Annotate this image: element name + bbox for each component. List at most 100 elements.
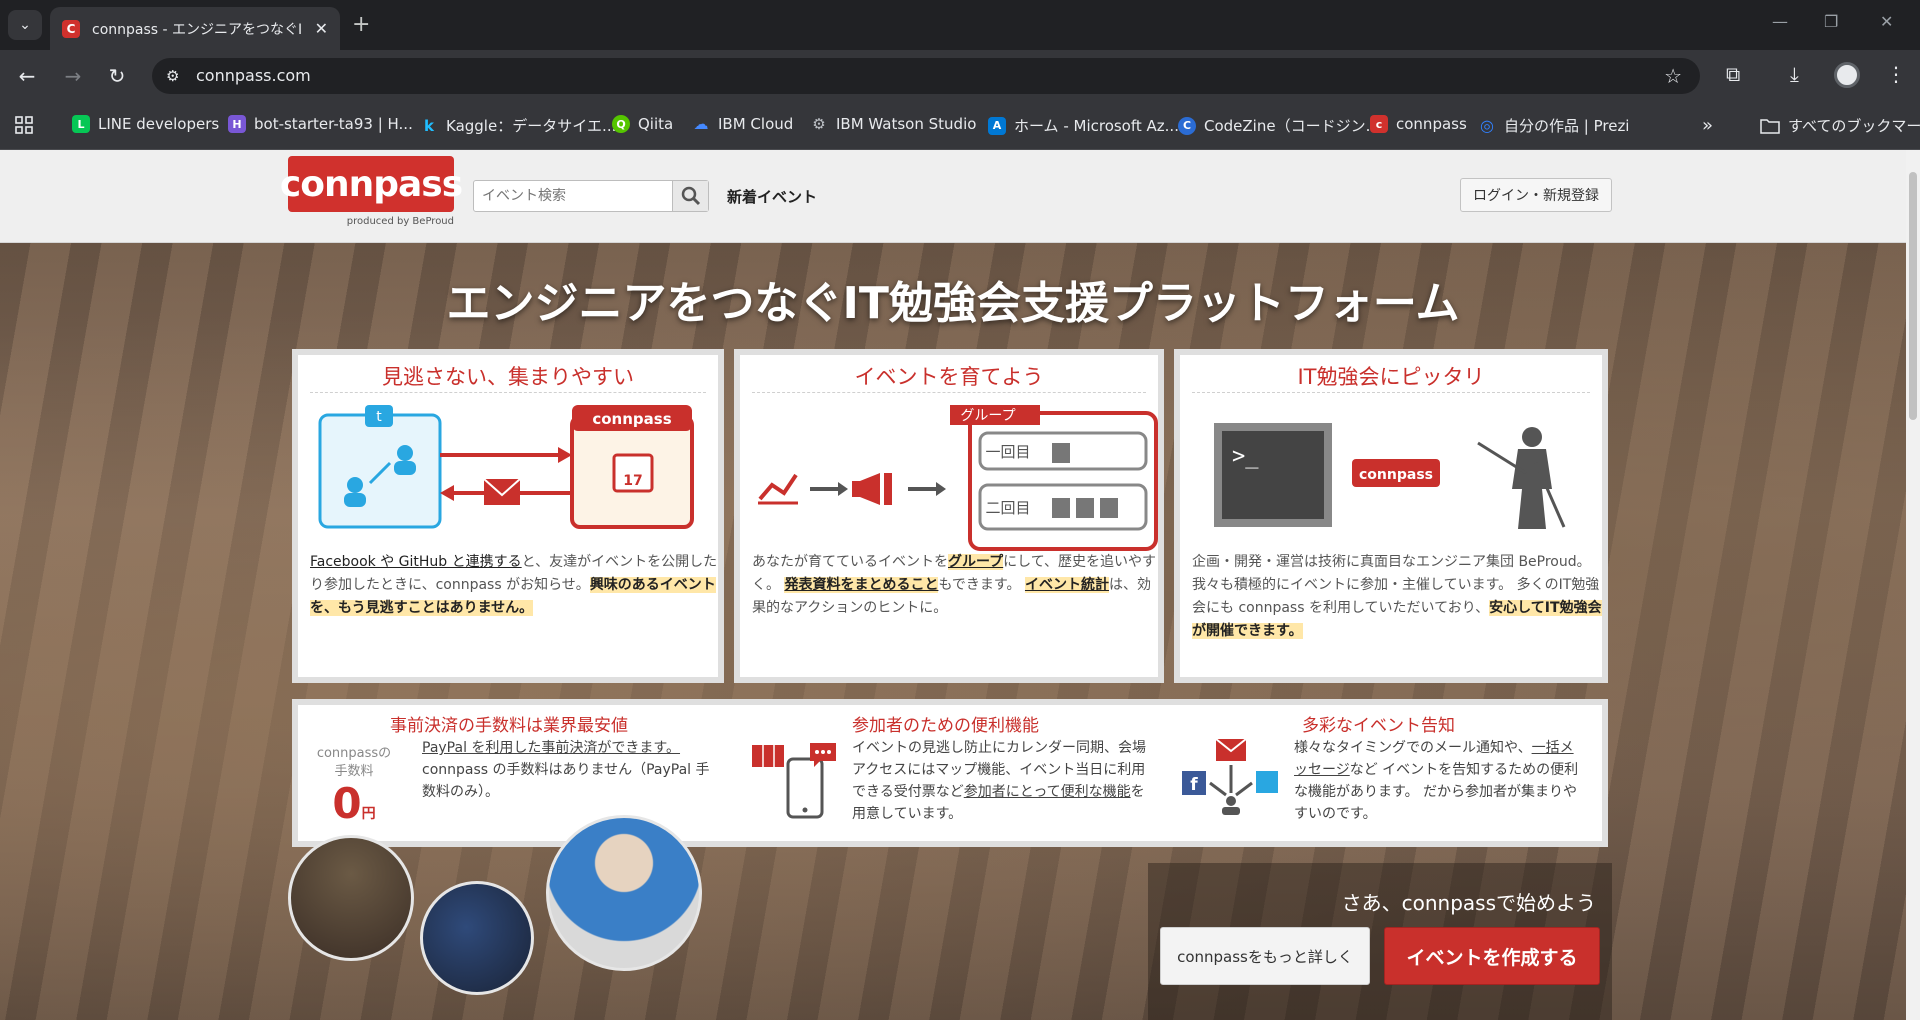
search-icon xyxy=(681,186,700,206)
bookmark-line-developers[interactable]: L LINE developers xyxy=(72,115,219,133)
card-description: あなたが育てているイベントをグループにして、歴史を追いやすく。 発表資料をまとめ… xyxy=(752,551,1162,620)
svg-text:グループ: グループ xyxy=(960,408,1015,424)
site-info-icon[interactable]: ⚙ xyxy=(166,67,179,85)
bookmark-ibm-cloud[interactable]: ☁ IBM Cloud xyxy=(692,115,794,133)
group-illustration-icon: グループ 一回目 二回目 xyxy=(758,405,1158,551)
bookmark-qiita[interactable]: Q Qiita xyxy=(612,115,673,133)
browser-menu-icon[interactable]: ⋮ xyxy=(1886,62,1906,86)
bookmark-label: Kaggle：データサイエ... xyxy=(446,117,617,135)
event-search xyxy=(473,180,709,212)
tab-search-chevron-icon[interactable]: ⌄ xyxy=(8,10,42,40)
login-signup-button[interactable]: ログイン・新規登録 xyxy=(1460,178,1612,212)
profile-avatar-icon[interactable] xyxy=(1834,62,1860,88)
new-tab-plus-icon[interactable]: + xyxy=(352,12,370,37)
url-text[interactable]: connpass.com xyxy=(196,66,311,85)
more-bookmarks-chevron-icon[interactable]: » xyxy=(1702,115,1713,136)
feature-text-part: 様々なタイミングでのメール通知や、 xyxy=(1294,740,1532,756)
card-title: IT勉強会にピッタリ xyxy=(1192,355,1590,393)
bookmark-label: CodeZine（コードジン... xyxy=(1204,117,1380,135)
folder-icon xyxy=(1760,118,1780,134)
line-icon: L xyxy=(72,115,90,133)
svg-text:一回目: 一回目 xyxy=(985,443,1030,461)
fee-number: 0 xyxy=(332,779,362,828)
card-description: Facebook や GitHub と連携すると、友達がイベントを公開したり参加… xyxy=(310,551,720,620)
bookmark-label: 自分の作品 | Prezi xyxy=(1504,117,1630,135)
extensions-puzzle-icon[interactable]: ⧉ xyxy=(1726,62,1740,86)
tab-title: connpass - エンジニアをつなぐIT勉強会支援プラットフォーム xyxy=(92,21,302,38)
address-bar[interactable]: ⚙ connpass.com ☆ xyxy=(152,58,1700,94)
window-restore-icon[interactable]: ❐ xyxy=(1824,12,1838,31)
group-link[interactable]: グループ xyxy=(948,554,1004,570)
back-arrow-icon[interactable]: ← xyxy=(14,63,40,89)
bookmark-codezine[interactable]: C CodeZine（コードジン... xyxy=(1178,115,1380,136)
azure-icon: A xyxy=(988,116,1006,135)
card-title: イベントを育てよう xyxy=(752,355,1146,393)
bookmark-star-icon[interactable]: ☆ xyxy=(1664,64,1682,88)
web-page: connpass produced by BeProud 新着イベント ログイン… xyxy=(0,150,1906,1020)
watson-icon: ⚙ xyxy=(812,115,826,133)
logo-wordmark: connpass xyxy=(280,156,463,212)
bookmark-label: LINE developers xyxy=(98,115,220,133)
feature-text: 様々なタイミングでのメール通知や、一括メッセージなど イベントを告知するための便… xyxy=(1294,737,1584,825)
event-search-input[interactable] xyxy=(474,181,672,211)
nav-new-events-link[interactable]: 新着イベント xyxy=(727,186,817,207)
hero-title: エンジニアをつなぐIT勉強会支援プラットフォーム xyxy=(446,278,1460,329)
fee-label: connpassの 手数料 0円 xyxy=(314,745,394,837)
svg-text:二回目: 二回目 xyxy=(985,499,1030,517)
call-to-action: さあ、connpassで始めよう connpassをもっと詳しく イベントを作成… xyxy=(1148,863,1612,1020)
bookmark-label: ホーム - Microsoft Az... xyxy=(1014,117,1179,135)
kaggle-icon: k xyxy=(424,116,434,135)
bookmark-microsoft-azure[interactable]: A ホーム - Microsoft Az... xyxy=(988,115,1179,136)
bookmark-label: IBM Watson Studio xyxy=(836,115,977,133)
stats-link[interactable]: イベント統計 xyxy=(1024,577,1109,593)
connpass-logo[interactable]: connpass produced by BeProud xyxy=(280,156,463,232)
browser-tab-active[interactable]: C connpass - エンジニアをつなぐIT勉強会支援プラットフォーム ✕ xyxy=(50,7,340,50)
all-bookmarks-folder[interactable]: すべてのブックマーク xyxy=(1760,115,1920,136)
feature-text-part: connpass の手数料はありません（PayPal 手数料のみ）。 xyxy=(422,762,710,800)
speaker-laptop-photo xyxy=(420,881,534,995)
feature-announcements: 多彩なイベント告知 f 様々なタイミングでのメール通知や、一括メッセージなど イ… xyxy=(1170,711,1606,837)
apps-grid-icon[interactable] xyxy=(14,115,34,135)
fee-value: 0円 xyxy=(314,781,394,837)
feature-card-trust: IT勉強会にピッタリ >_ connpass 企画・開発・運営は技術に真面目なエ… xyxy=(1174,349,1608,683)
slides-link[interactable]: 発表資料をまとめること xyxy=(784,577,939,593)
window-minimize-icon[interactable]: — xyxy=(1772,12,1788,31)
feature-participant-tools: 参加者のための便利機能 イベントの見逃し防止にカレンダー同期、会場アクセスにはマ… xyxy=(734,711,1170,837)
prezi-icon: ◎ xyxy=(1480,116,1494,135)
card-text-part: もできます。 xyxy=(938,577,1021,593)
browser-tab-strip: ⌄ C connpass - エンジニアをつなぐIT勉強会支援プラットフォーム … xyxy=(0,0,1920,50)
reload-icon[interactable]: ↻ xyxy=(104,63,130,89)
svg-text:>_: >_ xyxy=(1232,444,1259,469)
learn-more-button[interactable]: connpassをもっと詳しく xyxy=(1160,927,1370,985)
fee-label-line1: connpassの xyxy=(316,746,392,761)
download-icon[interactable]: ⤓ xyxy=(1790,62,1799,86)
page-scrollbar[interactable] xyxy=(1906,150,1920,1020)
bookmark-kaggle[interactable]: k Kaggle：データサイエ... xyxy=(420,115,616,136)
forward-arrow-icon[interactable]: → xyxy=(60,63,86,89)
bookmark-ibm-watson-studio[interactable]: ⚙ IBM Watson Studio xyxy=(810,115,976,133)
feature-text: PayPal を利用した事前決済ができます。 connpass の手数料はありま… xyxy=(422,737,712,803)
feature-text: イベントの見逃し防止にカレンダー同期、会場アクセスにはマップ機能、イベント当日に… xyxy=(852,737,1152,825)
paypal-link[interactable]: PayPal を利用した事前決済ができます。 xyxy=(422,740,680,756)
terminal-samurai-illustration-icon: >_ connpass xyxy=(1214,423,1566,529)
scrollbar-thumb[interactable] xyxy=(1909,172,1917,420)
social-notify-icon: f xyxy=(1182,738,1278,815)
feature-title: 参加者のための便利機能 xyxy=(852,716,1039,736)
connpass-favicon-icon: C xyxy=(62,19,80,38)
feature-title: 多彩なイベント告知 xyxy=(1302,716,1455,736)
sub-feature-bar: 事前決済の手数料は業界最安値 connpassの 手数料 0円 PayPal を… xyxy=(292,699,1608,847)
logo-subtitle: produced by BeProud xyxy=(346,216,454,227)
bookmark-prezi[interactable]: ◎ 自分の作品 | Prezi xyxy=(1478,115,1629,136)
create-event-button[interactable]: イベントを作成する xyxy=(1384,927,1600,985)
svg-text:t: t xyxy=(376,409,382,425)
connpass-icon: c xyxy=(1370,115,1388,133)
bookmark-connpass[interactable]: c connpass xyxy=(1370,115,1467,133)
window-close-icon[interactable]: ✕ xyxy=(1880,12,1893,31)
participant-features-link[interactable]: 参加者にとって便利な機能 xyxy=(964,784,1131,800)
bookmark-label: connpass xyxy=(1396,115,1467,133)
search-button[interactable] xyxy=(672,181,708,211)
card-title: 見逃さない、集まりやすい xyxy=(310,355,706,393)
tab-close-icon[interactable]: ✕ xyxy=(315,19,328,38)
social-link[interactable]: Facebook や GitHub と連携する xyxy=(310,554,522,570)
bookmark-bot-starter[interactable]: Hbot-starter-ta93 | H... xyxy=(228,115,413,133)
